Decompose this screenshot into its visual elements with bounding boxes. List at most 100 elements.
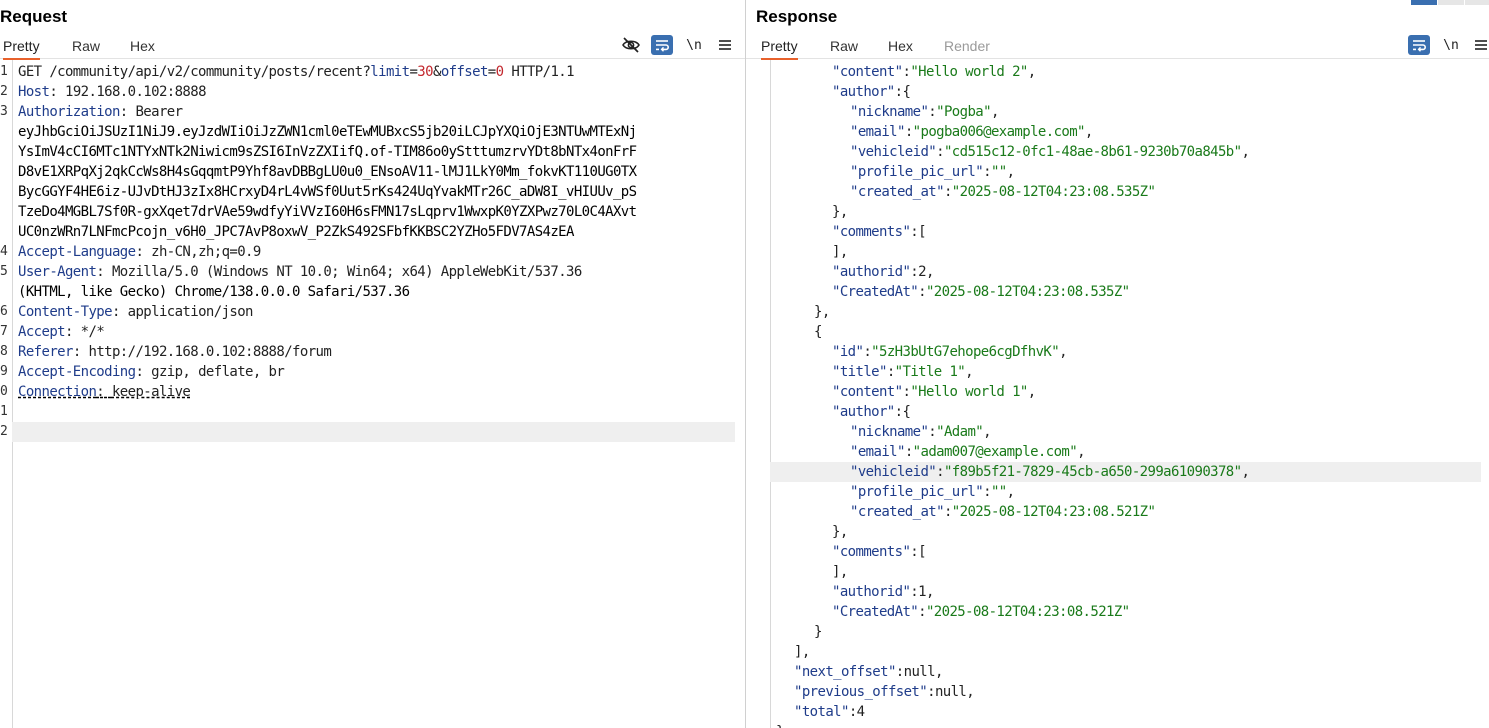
- header-key: Connection: [18, 384, 97, 400]
- json-line: },: [832, 524, 848, 540]
- layout-toggle[interactable]: [1465, 0, 1489, 5]
- json-line: "title":"Title 1",: [832, 364, 974, 380]
- json-line: "CreatedAt":"2025-08-12T04:23:08.535Z": [832, 284, 1130, 300]
- response-editor[interactable]: "content":"Hello world 2", "author":{ "n…: [746, 60, 1489, 728]
- header-line: Referer: http://192.168.0.102:8888/forum: [18, 342, 737, 362]
- header-sep: :: [96, 264, 112, 280]
- header-line: Accept-Encoding: gzip, deflate, br: [18, 362, 737, 382]
- header-value: gzip, deflate, br: [151, 364, 285, 380]
- header-key: Accept: [18, 324, 66, 340]
- header-value: */*: [80, 324, 105, 340]
- hamburger-menu-icon: [1475, 40, 1487, 50]
- json-line: },: [832, 204, 848, 220]
- menu-button[interactable]: [714, 35, 736, 55]
- http-version: HTTP/1.1: [503, 64, 574, 80]
- json-line: "created_at":"2025-08-12T04:23:08.521Z": [850, 504, 1156, 520]
- request-title: Request: [0, 7, 68, 26]
- header-value: 192.168.0.102:8888: [65, 84, 207, 100]
- json-line: "email":"adam007@example.com",: [850, 444, 1085, 460]
- json-string: "Hello world 2": [910, 64, 1028, 80]
- header-sep: :: [111, 304, 128, 320]
- json-string: "f89b5f21-7829-45cb-a650-299a61090378": [943, 464, 1242, 480]
- header-value: Mozilla/5.0 (Windows NT 10.0; Win64; x64…: [111, 264, 582, 280]
- json-string: "": [990, 164, 1007, 180]
- header-key: User-Agent: [18, 264, 97, 280]
- json-line: ],: [794, 644, 810, 660]
- line-number: 1: [0, 404, 8, 419]
- line-number: 3: [0, 104, 8, 119]
- json-string: "": [990, 484, 1007, 500]
- wrap-icon: [656, 40, 669, 52]
- response-title: Response: [756, 7, 838, 26]
- response-tab-render[interactable]: Render: [944, 36, 990, 58]
- json-string: "2025-08-12T04:23:08.535Z": [951, 184, 1156, 200]
- layout-toggle[interactable]: [1438, 0, 1464, 5]
- wrap-lines-toggle[interactable]: [1408, 35, 1430, 55]
- header-line: Accept: */*: [18, 322, 737, 342]
- newline-toggle[interactable]: \n: [1440, 35, 1462, 55]
- request-line-gutter: 1 2 3 4 5 6 7 8 9 0 1 2: [0, 60, 13, 728]
- json-line: "profile_pic_url":"",: [850, 164, 1015, 180]
- json-line: "authorid":1,: [832, 584, 934, 600]
- line-number: 4: [0, 244, 8, 259]
- newline-toggle[interactable]: \n: [683, 35, 705, 55]
- request-pane: Request Pretty Raw Hex \n 1 2 3 4 5 6 7 …: [0, 0, 745, 728]
- line-number: 6: [0, 304, 8, 319]
- header-sep: :: [135, 244, 152, 260]
- header-line: Accept-Language: zh-CN,zh;q=0.9: [18, 242, 737, 262]
- json-line: "authorid":2,: [832, 264, 934, 280]
- header-line: Host: 192.168.0.102:8888: [18, 82, 737, 102]
- request-method-path: GET /community/api/v2/community/posts/re…: [18, 64, 371, 80]
- json-number: 4: [856, 704, 865, 720]
- layout-toggle-active[interactable]: [1411, 0, 1437, 5]
- token-line: D8vE1XRPqXj2qkCcWs8H4sGqqmtP9Yhf8avDBBgL…: [18, 164, 637, 180]
- header-line: Authorization: Bearer: [18, 102, 737, 122]
- line-number: 2: [0, 84, 8, 99]
- request-editor[interactable]: 1 2 3 4 5 6 7 8 9 0 1 2 GET /community/a…: [0, 60, 745, 728]
- response-tab-pretty[interactable]: Pretty: [761, 36, 798, 60]
- header-line: Content-Type: application/json: [18, 302, 737, 322]
- json-line: }: [814, 624, 822, 640]
- header-value: keep-alive: [111, 384, 191, 400]
- header-sep: :: [72, 344, 89, 360]
- json-line: "vehicleid":"cd515c12-0fc1-48ae-8b61-923…: [850, 144, 1250, 160]
- header-sep: :: [135, 364, 152, 380]
- json-line: "next_offset":null,: [794, 664, 943, 680]
- wrap-lines-toggle[interactable]: [651, 35, 673, 55]
- hamburger-menu-icon: [719, 40, 731, 50]
- menu-button[interactable]: [1470, 35, 1489, 55]
- token-line: eyJhbGciOiJSUzI1NiJ9.eyJzdWIiOiJzZWN1cml…: [18, 124, 637, 140]
- json-line: ],: [832, 244, 848, 260]
- header-value: application/json: [127, 304, 254, 320]
- request-tab-raw[interactable]: Raw: [72, 36, 100, 58]
- header-key: Accept-Encoding: [18, 364, 136, 380]
- header-sep: :: [64, 324, 81, 340]
- line-number: 5: [0, 264, 8, 279]
- header-value: http://192.168.0.102:8888/forum: [88, 344, 332, 360]
- request-tab-hex[interactable]: Hex: [130, 36, 155, 58]
- json-line-current: "vehicleid":"f89b5f21-7829-45cb-a650-299…: [770, 462, 1481, 482]
- token-line: BycGGYF4HE6iz-UJvDtHJ3zIx8HCrxyD4rL4vWSf…: [18, 184, 637, 200]
- request-tab-pretty[interactable]: Pretty: [3, 36, 40, 60]
- token-line: YsImV4cCI6MTc1NTYxNTk2Niwicm9sZSI6InVzZX…: [18, 144, 637, 160]
- query-param-key: limit: [370, 64, 410, 80]
- json-string: "adam007@example.com": [912, 444, 1078, 460]
- hide-eye-icon[interactable]: [620, 35, 642, 55]
- json-line: "author":{: [832, 84, 911, 100]
- json-line: "email":"pogba006@example.com",: [850, 124, 1093, 140]
- json-line: },: [814, 304, 830, 320]
- json-string: "2025-08-12T04:23:08.535Z": [925, 284, 1130, 300]
- response-line-gutter: [746, 60, 771, 728]
- response-tab-hex[interactable]: Hex: [888, 36, 913, 58]
- json-line: "comments":[: [832, 544, 927, 560]
- eye-off-icon: [622, 37, 640, 53]
- json-null: null: [903, 664, 936, 680]
- json-null: null: [934, 684, 967, 700]
- json-line: "content":"Hello world 2",: [832, 64, 1036, 80]
- newline-label: \n: [1443, 37, 1459, 53]
- response-tab-raw[interactable]: Raw: [830, 36, 858, 58]
- header-sep: :: [119, 104, 136, 120]
- json-line: "previous_offset":null,: [794, 684, 975, 700]
- header-key: Referer: [18, 344, 73, 360]
- header-sep: :: [49, 84, 65, 100]
